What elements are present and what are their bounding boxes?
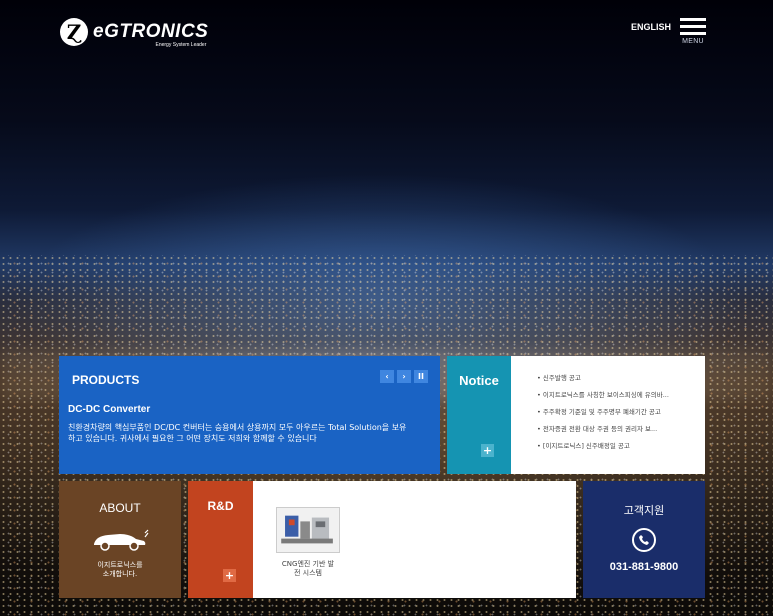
rnd-more-button[interactable]: +	[223, 569, 236, 582]
site-logo[interactable]: Ɀ eGTRONICS Energy System Leader	[60, 18, 209, 48]
about-panel[interactable]: ABOUT 이지트로닉스를 소개합니다.	[59, 481, 181, 598]
rnd-tab: R&D +	[188, 481, 253, 598]
logo-text: eGTRONICS Energy System Leader	[93, 21, 209, 48]
notice-more-button[interactable]: +	[481, 444, 494, 457]
product-name[interactable]: DC-DC Converter	[68, 404, 428, 415]
products-title: PRODUCTS	[72, 373, 140, 387]
menu-button[interactable]: MENU	[680, 18, 706, 45]
electric-car-icon	[94, 529, 149, 551]
support-phone-number[interactable]: 031-881-9800	[583, 561, 705, 573]
logo-tagline: Energy System Leader	[155, 42, 207, 48]
hamburger-icon	[680, 18, 706, 35]
notice-item[interactable]: 전자증권 전환 대상 주권 등의 권리자 보...	[537, 425, 697, 433]
menu-label: MENU	[682, 38, 704, 45]
notice-panel: Notice + 신주발행 공고 이지트로닉스를 사칭한 보이스피싱에 유의바.…	[447, 356, 705, 474]
notice-list: 신주발행 공고 이지트로닉스를 사칭한 보이스피싱에 유의바... 주주확정 기…	[537, 374, 697, 459]
notice-title: Notice	[459, 373, 499, 388]
notice-tab: Notice +	[447, 356, 511, 474]
about-title: ABOUT	[99, 501, 141, 515]
phone-icon	[632, 528, 656, 552]
support-title: 고객지원	[623, 504, 665, 517]
rnd-caption[interactable]: CNG엔진 기반 발 전 시스템	[268, 560, 348, 578]
prev-arrow-icon[interactable]: ‹	[380, 370, 394, 383]
products-slider-controls: ‹ › II	[380, 370, 428, 383]
about-description: 이지트로닉스를 소개합니다.	[97, 561, 143, 578]
support-panel[interactable]: 고객지원 031-881-9800	[583, 481, 705, 598]
notice-item[interactable]: 주주확정 기준일 및 주주명부 폐쇄기간 공고	[537, 408, 697, 416]
notice-item[interactable]: 이지트로닉스를 사칭한 보이스피싱에 유의바...	[537, 391, 697, 399]
product-description: 친환경차량의 핵심부품인 DC/DC 컨버터는 승용에서 상용까지 모두 아우르…	[68, 423, 407, 443]
next-arrow-icon[interactable]: ›	[397, 370, 411, 383]
logo-wordmark: eGTRONICS	[93, 21, 209, 42]
rnd-title: R&D	[207, 499, 234, 513]
rnd-thumbnail-image[interactable]	[276, 507, 340, 553]
notice-item[interactable]: 신주발행 공고	[537, 374, 697, 382]
logo-mark-icon: Ɀ	[60, 18, 88, 46]
products-panel[interactable]: PRODUCTS ‹ › II DC-DC Converter 친환경차량의 핵…	[59, 356, 440, 474]
pause-icon[interactable]: II	[414, 370, 428, 383]
language-link[interactable]: ENGLISH	[631, 22, 671, 32]
notice-item[interactable]: [이지트로닉스] 신주배정일 공고	[537, 442, 697, 450]
rnd-panel: R&D + CNG엔진 기반 발 전 시스템	[188, 481, 576, 598]
